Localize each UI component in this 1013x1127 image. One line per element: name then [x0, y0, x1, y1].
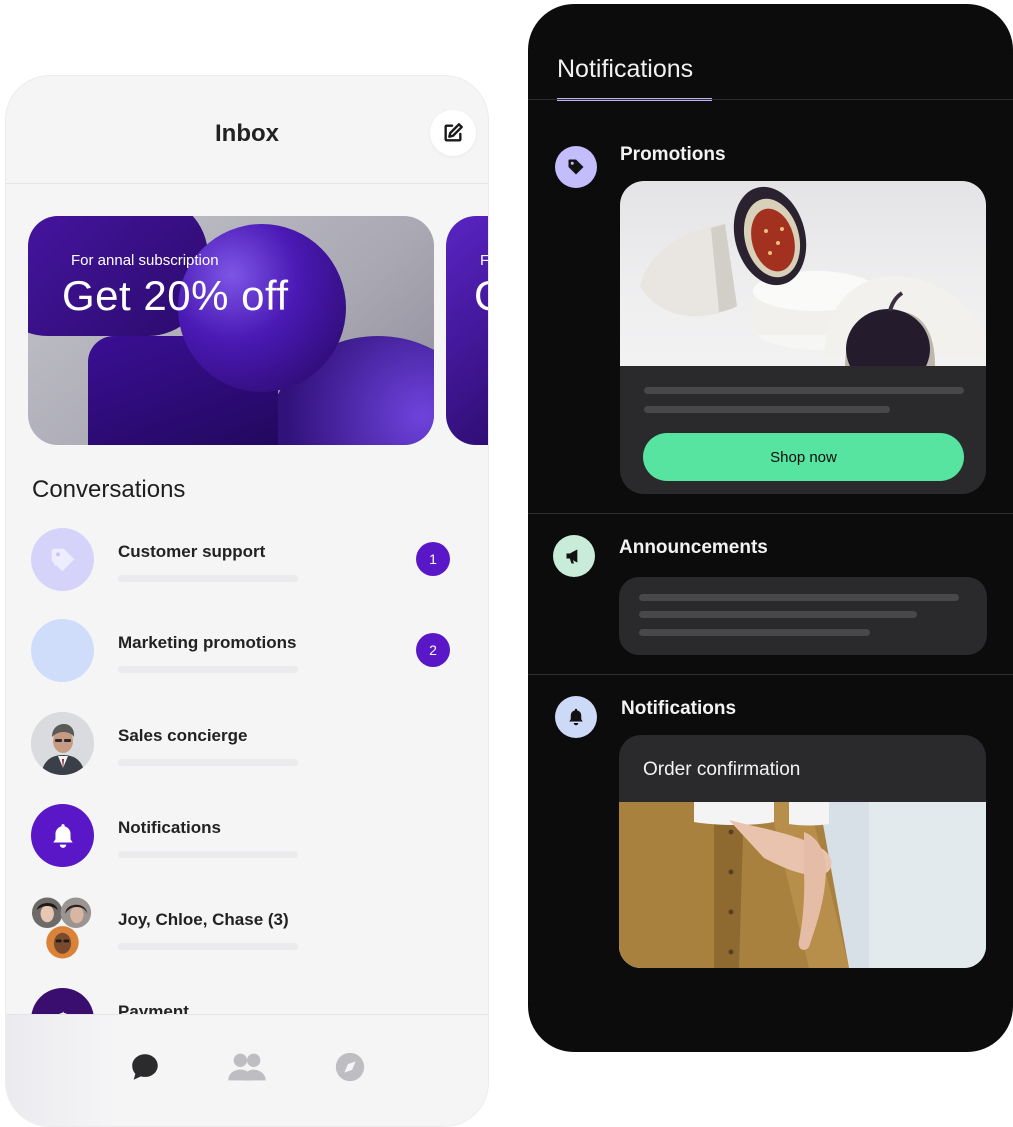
- divider: [528, 513, 1013, 514]
- promo-headline: Get 20% off: [62, 272, 289, 319]
- shop-now-button[interactable]: Shop now: [643, 433, 964, 481]
- conversation-item[interactable]: Notifications: [31, 804, 461, 874]
- announcements-title: Announcements: [619, 537, 768, 558]
- megaphone-icon: [566, 549, 578, 564]
- conversations-heading: Conversations: [32, 476, 186, 503]
- divider: [528, 674, 1013, 675]
- promo-subtitle: For annal subscription: [71, 252, 219, 269]
- conversation-name: Sales concierge: [118, 726, 248, 745]
- message-preview-placeholder: [118, 575, 298, 582]
- avatar: [31, 712, 94, 775]
- tabbar-fade: [6, 1015, 116, 1126]
- people-icon: [228, 1053, 266, 1081]
- notifications-section-title: Notifications: [621, 698, 737, 719]
- conversation-name: Marketing promotions: [118, 633, 297, 652]
- compass-icon: [335, 1052, 365, 1082]
- conversation-name: Notifications: [118, 818, 221, 837]
- text-placeholder: [639, 594, 959, 601]
- promo-banner-next[interactable]: F G: [446, 216, 488, 445]
- bell-icon: [52, 823, 73, 848]
- text-placeholder: [644, 406, 890, 413]
- inbox-header: Inbox: [6, 76, 488, 184]
- fig-product-photo: [620, 181, 986, 366]
- tab-chats[interactable]: [125, 1047, 165, 1087]
- conversation-item[interactable]: Sales concierge: [31, 712, 461, 782]
- notifications-screen: Notifications Promotions Shop now Announ…: [528, 4, 1013, 1052]
- promo-subtitle-partial: F: [480, 252, 488, 269]
- tag-icon: [568, 159, 584, 175]
- order-card-title: Order confirmation: [643, 759, 801, 780]
- divider: [528, 99, 1013, 100]
- text-placeholder: [639, 611, 917, 618]
- avatar: [31, 528, 94, 591]
- page-title: Inbox: [215, 120, 279, 147]
- notifications-tab-title[interactable]: Notifications: [557, 55, 693, 84]
- text-placeholder: [639, 629, 870, 636]
- unread-badge: 1: [416, 542, 450, 576]
- group-photo: [31, 896, 92, 959]
- tab-explore[interactable]: [330, 1047, 370, 1087]
- message-preview-placeholder: [118, 943, 298, 950]
- announcement-card[interactable]: [619, 577, 987, 655]
- conversation-item[interactable]: Customer support 1: [31, 528, 461, 598]
- compose-button[interactable]: [430, 110, 476, 156]
- compose-edit-icon: [444, 123, 463, 142]
- inbox-screen: Inbox For annal subscription Get 20% off…: [6, 76, 488, 1126]
- text-placeholder: [644, 387, 964, 394]
- message-preview-placeholder: [118, 759, 298, 766]
- promo-banner[interactable]: For annal subscription Get 20% off: [28, 216, 434, 445]
- order-product-photo: [619, 802, 986, 968]
- bell-icon: [569, 708, 583, 726]
- conversation-item[interactable]: Marketing promotions 2: [31, 619, 461, 689]
- promotions-section-icon: [555, 146, 597, 188]
- unread-badge: 2: [416, 633, 450, 667]
- person-photo: [31, 712, 94, 775]
- message-preview-placeholder: [118, 851, 298, 858]
- tab-contacts[interactable]: [227, 1047, 267, 1087]
- promotions-title: Promotions: [620, 144, 726, 165]
- bottom-tab-bar: [6, 1014, 488, 1126]
- avatar: [31, 619, 94, 682]
- conversation-name: Customer support: [118, 542, 266, 561]
- conversation-item[interactable]: Joy, Chloe, Chase (3): [31, 896, 461, 966]
- notifications-section-icon: [555, 696, 597, 738]
- announcements-section-icon: [553, 535, 595, 577]
- chat-icon: [132, 1054, 158, 1080]
- tag-icon: [51, 548, 74, 571]
- order-confirmation-card[interactable]: Order confirmation: [619, 735, 986, 968]
- avatar: [31, 896, 94, 959]
- avatar: [31, 804, 94, 867]
- message-preview-placeholder: [118, 666, 298, 673]
- conversation-name: Joy, Chloe, Chase (3): [118, 910, 289, 929]
- promotion-card[interactable]: Shop now: [620, 181, 986, 494]
- promo-headline-partial: G: [474, 272, 488, 320]
